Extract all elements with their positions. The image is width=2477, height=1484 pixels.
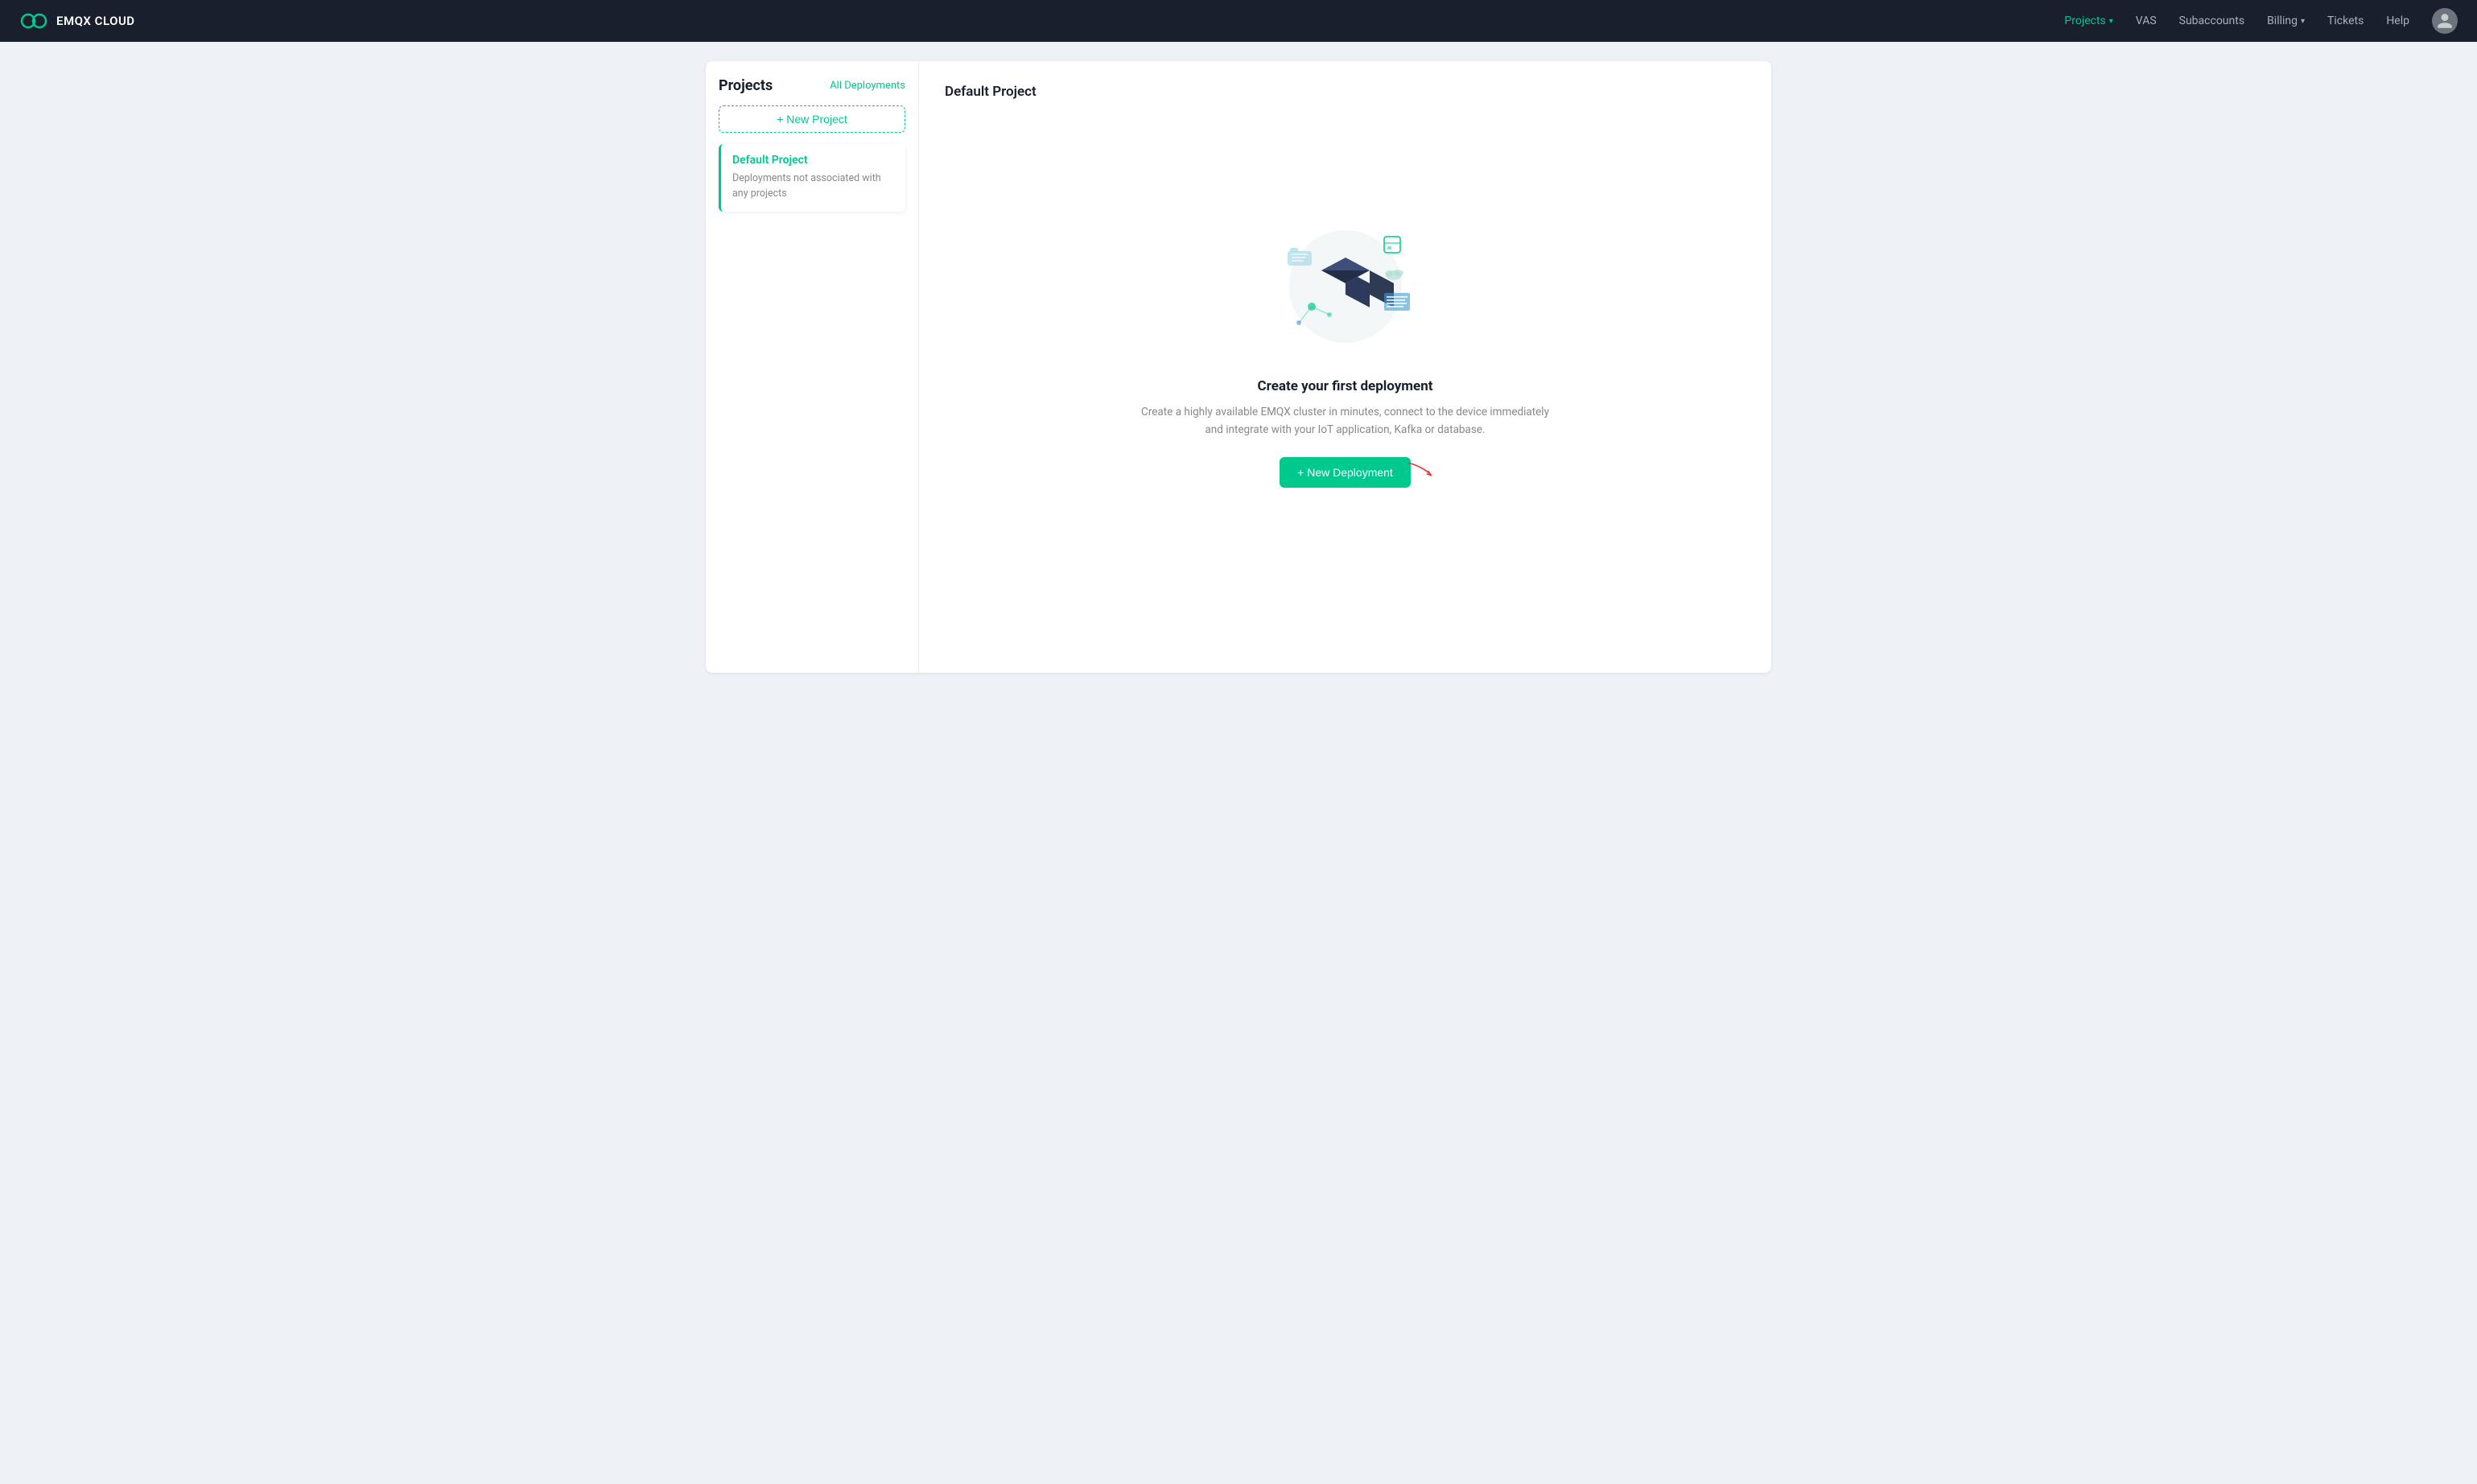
nav-help[interactable]: Help <box>2386 14 2409 27</box>
avatar[interactable] <box>2432 8 2458 34</box>
navbar-right: Projects ▾ VAS Subaccounts Billing ▾ Tic… <box>2064 8 2458 34</box>
project-item-default[interactable]: Default Project Deployments not associat… <box>719 144 905 212</box>
page-container: Projects All Deployments + New Project D… <box>683 42 1794 692</box>
new-deployment-button[interactable]: + New Deployment <box>1280 457 1411 488</box>
logo-text: EMQX CLOUD <box>56 14 135 28</box>
new-project-button[interactable]: + New Project <box>719 105 905 133</box>
nav-vas[interactable]: VAS <box>2136 14 2157 27</box>
arrow-annotation-icon <box>1406 462 1435 478</box>
projects-arrow-icon: ▾ <box>2109 17 2113 26</box>
empty-state: Create your first deployment Create a hi… <box>945 100 1745 650</box>
navbar: EMQX CLOUD Projects ▾ VAS Subaccounts Bi… <box>0 0 2477 42</box>
nav-billing[interactable]: Billing ▾ <box>2267 14 2305 27</box>
billing-arrow-icon: ▾ <box>2301 17 2305 26</box>
nav-projects[interactable]: Projects ▾ <box>2064 14 2112 27</box>
deployment-svg-illustration <box>1265 214 1426 359</box>
navbar-left: EMQX CLOUD <box>19 12 135 30</box>
deployment-illustration <box>1265 214 1426 359</box>
all-deployments-link[interactable]: All Deployments <box>830 80 905 92</box>
sidebar-title: Projects <box>719 77 773 94</box>
new-deployment-wrapper: + New Deployment <box>1280 457 1411 488</box>
section-title: Default Project <box>945 84 1745 100</box>
empty-state-title: Create your first deployment <box>1258 378 1433 394</box>
emqx-logo-icon <box>19 12 48 30</box>
sidebar: Projects All Deployments + New Project D… <box>706 61 919 673</box>
main-content: Default Project <box>919 61 1771 673</box>
sidebar-header: Projects All Deployments <box>719 77 905 94</box>
nav-tickets[interactable]: Tickets <box>2327 14 2364 27</box>
main-card: Projects All Deployments + New Project D… <box>706 61 1771 673</box>
project-item-name: Default Project <box>732 154 894 167</box>
empty-state-description: Create a highly available EMQX cluster i… <box>1136 404 1555 439</box>
nav-subaccounts[interactable]: Subaccounts <box>2179 14 2244 27</box>
project-item-description: Deployments not associated with any proj… <box>732 171 894 202</box>
user-avatar-icon <box>2436 12 2454 30</box>
